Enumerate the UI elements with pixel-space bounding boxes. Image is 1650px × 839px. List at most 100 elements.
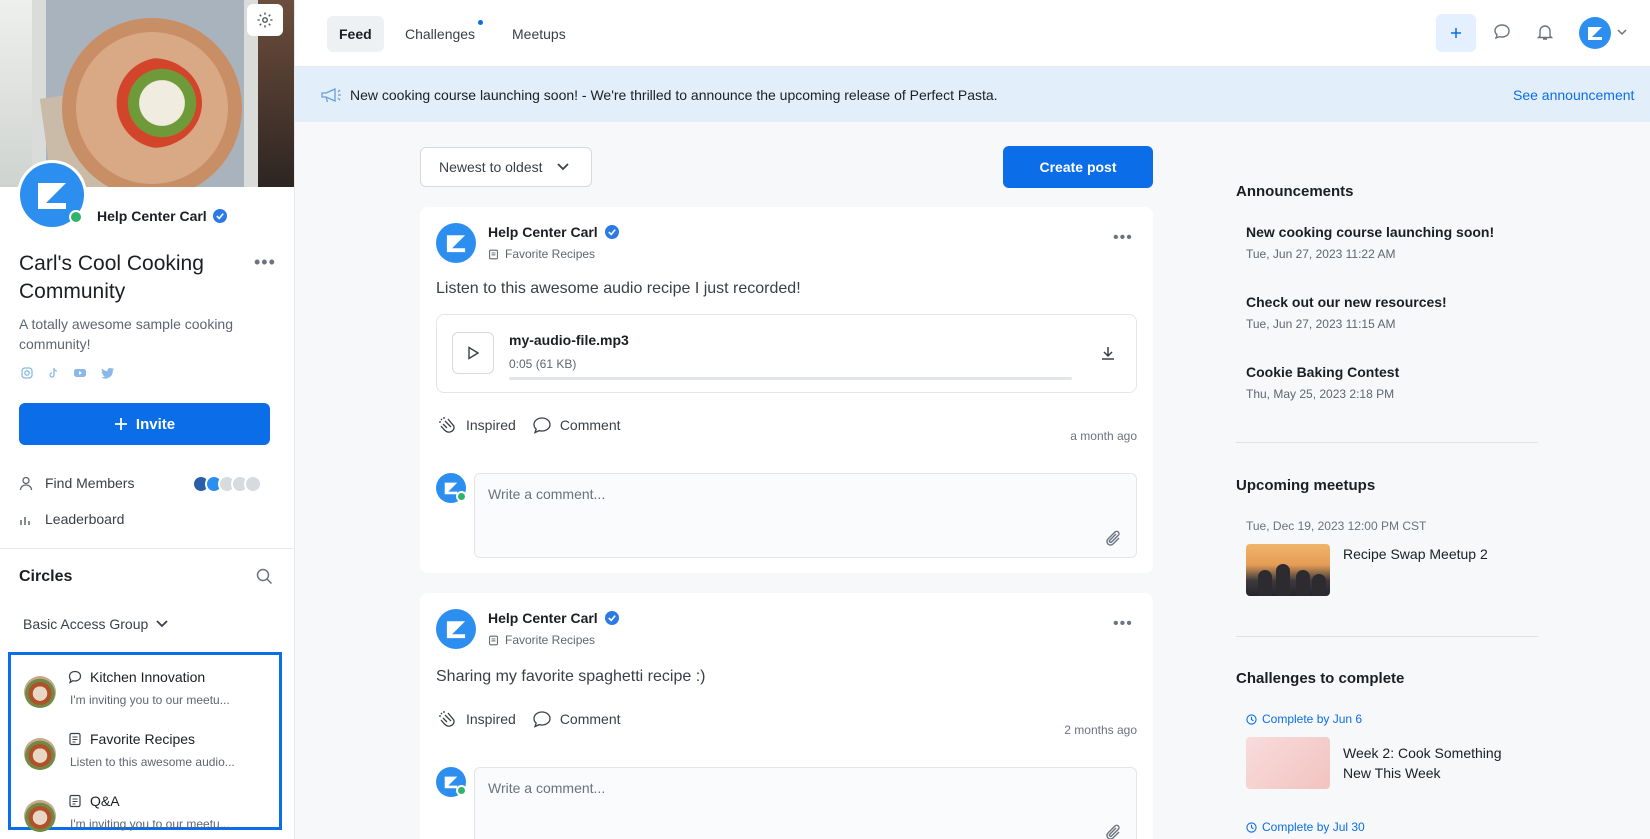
community-more-button[interactable]: ••• — [254, 252, 276, 273]
challenge-title[interactable]: Week 2: Cook Something New This Week — [1343, 743, 1523, 783]
circle-title: Kitchen Innovation — [90, 669, 206, 685]
announcement-item-title[interactable]: Check out our new resources! — [1246, 294, 1447, 310]
section-divider — [1236, 442, 1538, 443]
comment-input[interactable]: Write a comment... — [474, 473, 1137, 558]
comment-button[interactable]: Comment — [532, 710, 621, 728]
chevron-down-icon — [156, 620, 168, 628]
chat-bubble-icon[interactable] — [1493, 23, 1511, 41]
member-avatars[interactable] — [192, 475, 262, 493]
create-new-button[interactable] — [1436, 14, 1476, 52]
see-announcement-link[interactable]: See announcement — [1513, 87, 1634, 103]
circle-title: Q&A — [90, 793, 120, 809]
instagram-icon[interactable] — [21, 367, 33, 379]
chat-bubble-icon — [68, 670, 82, 684]
author-avatar[interactable] — [436, 223, 476, 263]
clock-icon — [1246, 821, 1257, 833]
tab-meetups[interactable]: Meetups — [500, 16, 578, 52]
settings-button[interactable] — [247, 4, 283, 36]
comment-input[interactable]: Write a comment... — [474, 767, 1137, 839]
circles-search-button[interactable] — [256, 568, 273, 590]
online-status-dot — [456, 785, 467, 796]
announcement-item-date: Tue, Jun 27, 2023 11:22 AM — [1246, 247, 1396, 261]
document-icon — [489, 249, 498, 259]
comment-label: Comment — [559, 417, 621, 433]
circle-subtitle: I'm inviting you to our meetu... — [70, 817, 230, 831]
chat-bubble-icon — [533, 417, 551, 434]
community-title: Carl's Cool Cooking Community — [19, 252, 204, 303]
play-icon — [468, 346, 479, 360]
upcoming-meetups-title: Upcoming meetups — [1236, 477, 1376, 494]
audio-progress-track[interactable] — [509, 377, 1072, 380]
circle-item-qa[interactable]: Q&A I'm inviting you to our meetu... — [16, 787, 266, 839]
document-icon — [69, 794, 81, 808]
comment-button[interactable]: Comment — [532, 416, 621, 434]
challenge-thumbnail[interactable] — [1246, 737, 1330, 789]
challenges-title: Challenges to complete — [1236, 670, 1405, 687]
tab-challenges[interactable]: Challenges — [393, 16, 487, 52]
announcements-title: Announcements — [1236, 183, 1354, 200]
circle-thumbnail — [24, 738, 56, 770]
meetup-thumbnail[interactable] — [1246, 544, 1330, 596]
plus-icon — [114, 418, 127, 430]
paperclip-icon[interactable] — [1104, 823, 1124, 839]
announcement-banner: New cooking course launching soon! - We'… — [295, 67, 1650, 122]
invite-button[interactable]: Invite — [19, 403, 270, 445]
bell-icon[interactable] — [1536, 23, 1554, 41]
post-more-button[interactable]: ••• — [1113, 615, 1133, 633]
play-button[interactable] — [452, 332, 494, 374]
section-divider — [1236, 636, 1538, 637]
youtube-icon[interactable] — [73, 367, 87, 379]
inspired-button[interactable]: Inspired — [438, 710, 516, 728]
post-author[interactable]: Help Center Carl — [488, 224, 619, 240]
leaderboard-link[interactable]: Leaderboard — [19, 511, 124, 527]
inspired-label: Inspired — [466, 711, 516, 727]
chevron-down-icon[interactable] — [1617, 29, 1627, 36]
post-circle-link[interactable]: Favorite Recipes — [488, 247, 595, 261]
sidebar-divider — [0, 548, 294, 549]
gear-icon — [257, 12, 273, 28]
announcement-item-title[interactable]: New cooking course launching soon! — [1246, 224, 1494, 240]
audio-file-name: my-audio-file.mp3 — [509, 332, 629, 348]
tab-feed[interactable]: Feed — [327, 16, 384, 52]
sort-select[interactable]: Newest to oldest — [420, 147, 592, 187]
post-more-button[interactable]: ••• — [1113, 229, 1133, 247]
online-status-dot — [69, 210, 83, 224]
inspired-label: Inspired — [466, 417, 516, 433]
post-body: Sharing my favorite spaghetti recipe :) — [436, 668, 706, 685]
meetup-title[interactable]: Recipe Swap Meetup 2 — [1343, 546, 1488, 562]
create-post-button[interactable]: Create post — [1003, 146, 1153, 188]
find-members-link[interactable]: Find Members — [19, 475, 134, 491]
circle-item-favorite-recipes[interactable]: Favorite Recipes Listen to this awesome … — [16, 725, 266, 777]
circle-item-kitchen-innovation[interactable]: Kitchen Innovation I'm inviting you to o… — [16, 663, 266, 715]
paperclip-icon[interactable] — [1104, 529, 1124, 549]
inspired-button[interactable]: Inspired — [438, 416, 516, 434]
download-icon[interactable] — [1100, 345, 1116, 361]
verified-badge-icon — [212, 209, 227, 223]
plus-icon — [1451, 28, 1461, 38]
post-author-name: Help Center Carl — [488, 610, 598, 626]
twitter-icon[interactable] — [101, 367, 115, 379]
owner-name-label: Help Center Carl — [97, 208, 207, 224]
owner-name[interactable]: Help Center Carl — [97, 208, 227, 224]
search-icon — [256, 568, 273, 585]
author-avatar[interactable] — [436, 609, 476, 649]
post-actions: Inspired Comment — [438, 416, 621, 434]
access-group-select[interactable]: Basic Access Group — [23, 616, 168, 632]
post-timestamp: a month ago — [1070, 429, 1137, 443]
post-circle-link[interactable]: Favorite Recipes — [488, 633, 595, 647]
clapping-hands-icon — [439, 711, 455, 727]
person-icon — [19, 476, 33, 490]
megaphone-icon — [321, 87, 341, 102]
announcement-item-title[interactable]: Cookie Baking Contest — [1246, 364, 1399, 380]
chat-bubble-icon — [533, 711, 551, 728]
post-author[interactable]: Help Center Carl — [488, 610, 619, 626]
sort-label: Newest to oldest — [439, 159, 543, 175]
tiktok-icon[interactable] — [47, 367, 59, 379]
comment-label: Comment — [559, 711, 621, 727]
post-circle-name: Favorite Recipes — [505, 247, 596, 261]
user-avatar-menu[interactable] — [1579, 17, 1611, 49]
find-members-label: Find Members — [45, 475, 135, 491]
announcement-item-date: Thu, May 25, 2023 2:18 PM — [1246, 387, 1395, 401]
social-links — [21, 367, 115, 379]
challenge-deadline: Complete by Jul 30 — [1246, 820, 1365, 834]
